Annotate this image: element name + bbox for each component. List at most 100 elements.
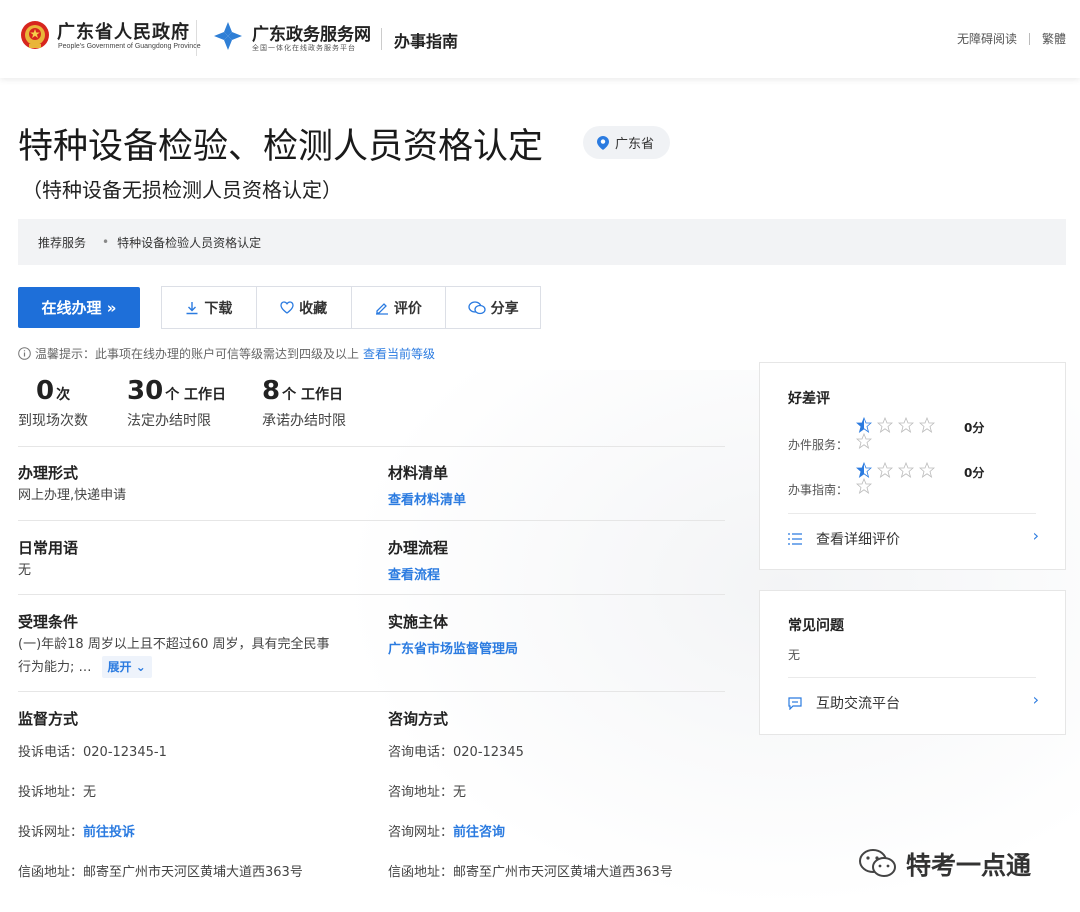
complaint-address: 投诉地址：无 (18, 781, 96, 800)
traditional-chinese-link[interactable]: 繁體 (1042, 30, 1066, 47)
watermark: 特考一点通 (858, 846, 1031, 882)
label: 咨询网址： (388, 825, 454, 840)
star-empty-icon (898, 462, 914, 478)
gov-subtitle: People's Government of Guangdong Provinc… (58, 43, 201, 50)
complaint-link[interactable]: 前往投诉 (83, 825, 135, 840)
service-stars[interactable] (856, 417, 935, 433)
value: 邮寄至广州市天河区黄埔大道西363号 (453, 865, 673, 880)
accessibility-link[interactable]: 无障碍阅读 (957, 30, 1017, 47)
consultation: 咨询方式 (388, 708, 448, 729)
divider (1028, 32, 1030, 45)
supervision: 监督方式 (18, 708, 78, 729)
label: 咨询电话： (388, 745, 454, 760)
online-apply-button[interactable]: 在线办理 » (18, 287, 140, 328)
bullet-icon: • (102, 235, 110, 249)
service-score: 0分 (964, 421, 985, 435)
info-icon (18, 347, 31, 360)
star-empty-icon (919, 417, 935, 433)
favorite-button[interactable]: 收藏 (257, 287, 352, 328)
materials-link[interactable]: 查看材料清单 (388, 489, 466, 508)
consult-link[interactable]: 前往咨询 (453, 825, 505, 840)
service-name[interactable]: 广东政务服务网 (252, 20, 371, 45)
star-half-icon (856, 462, 872, 478)
consultation-heading: 咨询方式 (388, 710, 449, 728)
label: 信函地址： (388, 865, 454, 880)
complaint-website: 投诉网址：前往投诉 (18, 821, 135, 840)
label: 信函地址： (18, 865, 84, 880)
conditions-line-1: (一)年龄18 周岁以上且不超过60 周岁，具有完全民事 (18, 637, 330, 652)
stat-number: 30 (127, 376, 164, 406)
detail-rating-link[interactable]: 查看详细评价 (788, 529, 900, 549)
page-subtitle: （特种设备无损检测人员资格认定） (22, 178, 342, 202)
evaluate-button[interactable]: 评价 (352, 287, 447, 328)
divider (18, 520, 725, 521)
gov-name[interactable]: 广东省人民政府 (57, 18, 190, 44)
star-empty-icon (877, 462, 893, 478)
faq-panel: 常见问题 无 互助交流平台 › (759, 590, 1066, 735)
guide-stars[interactable] (856, 462, 935, 478)
supervision-heading: 监督方式 (18, 710, 79, 728)
star-empty-icon (856, 433, 872, 449)
stat-label: 承诺办结时限 (262, 413, 346, 429)
star-empty-icon (919, 462, 935, 478)
value: 无 (453, 785, 467, 800)
tip-link[interactable]: 查看当前等级 (363, 345, 435, 362)
page-title: 特种设备检验、检测人员资格认定 (18, 127, 544, 167)
label: 咨询地址： (388, 785, 454, 800)
stat-promised-limit: 8个 工作日 承诺办结时限 (262, 376, 346, 430)
guide-title: 办事指南 (394, 32, 459, 51)
consult-address: 咨询地址：无 (388, 781, 466, 800)
page: { "header": { "gov_name": "广东省人民政府", "go… (0, 0, 1080, 912)
acceptance-conditions: 受理条件 (一)年龄18 周岁以上且不超过60 周岁，具有完全民事 行为能力; … (18, 611, 368, 679)
implementing-body-heading: 实施主体 (388, 613, 449, 631)
process-heading: 办理流程 (388, 539, 449, 557)
consult-website: 咨询网址：前往咨询 (388, 821, 505, 840)
share-button[interactable]: 分享 (446, 287, 540, 328)
recommend-item[interactable]: 特种设备检验人员资格认定 (117, 234, 261, 251)
favorite-label: 收藏 (299, 300, 328, 317)
stat-label: 到现场次数 (18, 413, 88, 429)
handling-form-value: 网上办理,快递申请 (18, 488, 127, 503)
consult-phone: 咨询电话：020-12345 (388, 741, 524, 760)
detail-rating-label: 查看详细评价 (816, 532, 900, 548)
header-tools: 无障碍阅读 繁體 (957, 30, 1066, 47)
stat-number: 0 (36, 376, 55, 406)
faq-value: 无 (788, 648, 801, 662)
materials: 材料清单 查看材料清单 (388, 462, 466, 508)
stat-number: 8 (262, 376, 281, 406)
region-badge[interactable]: 广东省 (583, 126, 671, 159)
divider (788, 513, 1036, 514)
recommend-bar: 推荐服务 • 特种设备检验人员资格认定 (18, 219, 1066, 265)
conditions-heading: 受理条件 (18, 613, 79, 631)
guide-score: 0分 (964, 466, 985, 480)
recommend-label: 推荐服务 (38, 235, 87, 250)
stat-unit: 次 (56, 387, 71, 403)
stat-legal-limit: 30 个 工作日 法定办结时限 (127, 376, 226, 430)
download-label: 下载 (204, 300, 233, 317)
complaint-phone: 投诉电话：020-12345-1 (18, 741, 167, 760)
materials-heading: 材料清单 (388, 464, 449, 482)
handling-form: 办理形式 网上办理,快递申请 (18, 462, 126, 507)
implementing-body-link[interactable]: 广东省市场监督管理局 (388, 638, 518, 657)
divider (18, 594, 725, 595)
star-empty-icon (856, 478, 872, 494)
guide-label: 办事指南： (788, 483, 849, 497)
value: 020-12345-1 (83, 745, 167, 760)
forum-link[interactable]: 互助交流平台 (788, 693, 900, 713)
label: 投诉地址： (18, 785, 84, 800)
value: 邮寄至广州市天河区黄埔大道西363号 (83, 865, 303, 880)
process-link[interactable]: 查看流程 (388, 564, 448, 583)
forum-label: 互助交流平台 (816, 696, 900, 712)
value: 无 (83, 785, 97, 800)
stat-unit: 个 工作日 (282, 387, 343, 403)
stat-unit: 个 工作日 (165, 387, 227, 403)
star-empty-icon (898, 417, 914, 433)
download-icon (186, 301, 198, 314)
daily-terms-value: 无 (18, 563, 32, 578)
divider (18, 691, 725, 692)
action-group: 下载 收藏 评价 分享 (161, 286, 541, 329)
chevron-right-icon[interactable]: › (1033, 526, 1039, 545)
chevron-right-icon[interactable]: › (1033, 690, 1039, 709)
expand-button[interactable]: 展开 ⌄ (101, 656, 152, 678)
download-button[interactable]: 下载 (162, 287, 257, 328)
